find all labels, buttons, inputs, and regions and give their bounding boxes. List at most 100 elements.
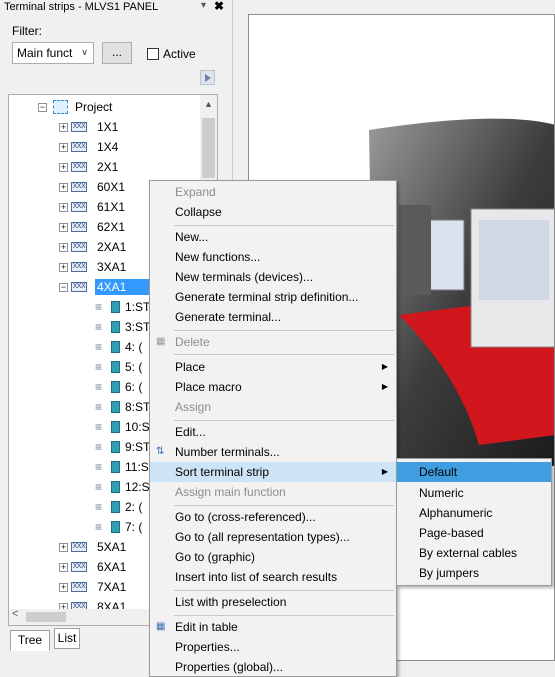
terminal-strip-icon: XXX [71, 142, 87, 152]
menu-item-edit[interactable]: Edit... [150, 422, 396, 442]
menu-item-assign[interactable]: Assign [150, 397, 396, 417]
cart-icon: ≡ [95, 340, 103, 354]
expand-icon[interactable]: + [59, 543, 68, 552]
panel-title: Terminal strips - MLVS1 PANEL [4, 1, 159, 13]
filter-browse-button[interactable]: ... [102, 42, 132, 64]
context-menu: Expand Collapse New... New functions... … [149, 180, 397, 677]
terminal-icon [111, 461, 120, 473]
terminal-icon [111, 401, 120, 413]
scroll-left-icon[interactable]: < [12, 608, 18, 620]
expand-icon[interactable]: + [59, 143, 68, 152]
tab-list[interactable]: List [54, 628, 80, 649]
menu-item-sort-terminal-strip[interactable]: Sort terminal strip ▶ [150, 462, 396, 482]
cart-icon: ≡ [95, 300, 103, 314]
tree-node-project[interactable]: − Project [9, 97, 199, 117]
menu-item-label: Go to (cross-referenced)... [175, 510, 316, 524]
delete-icon: ▦ [156, 336, 166, 347]
terminal-strip-icon: XXX [71, 122, 87, 132]
filter-label: Filter: [12, 24, 42, 38]
tree-node-strip[interactable]: + XXX 1X1 [9, 117, 199, 137]
menu-separator [174, 330, 394, 331]
expand-icon[interactable]: + [59, 583, 68, 592]
submenu-item-by-external-cables[interactable]: By external cables [397, 543, 551, 563]
menu-item-new-terminals[interactable]: New terminals (devices)... [150, 267, 396, 287]
menu-item-collapse[interactable]: Collapse [150, 202, 396, 222]
menu-item-insert-search-results[interactable]: Insert into list of search results [150, 567, 396, 587]
terminal-strip-icon: XXX [71, 582, 87, 592]
cart-icon: ≡ [95, 380, 103, 394]
tree-node-strip[interactable]: + XXX 2X1 [9, 157, 199, 177]
tree-node-label: 1:ST [125, 300, 151, 314]
menu-separator [174, 505, 394, 506]
menu-item-label: Expand [175, 185, 216, 199]
menu-item-generate-definition[interactable]: Generate terminal strip definition... [150, 287, 396, 307]
submenu-item-page-based[interactable]: Page-based [397, 523, 551, 543]
menu-item-new-functions[interactable]: New functions... [150, 247, 396, 267]
menu-item-place[interactable]: Place ▶ [150, 357, 396, 377]
menu-separator [174, 615, 394, 616]
menu-item-properties[interactable]: Properties... [150, 637, 396, 657]
tree-node-label: 9:ST [125, 440, 151, 454]
pin-icon[interactable]: ▾ [201, 0, 206, 11]
vertical-scroll-thumb[interactable] [202, 118, 215, 178]
menu-item-label: New terminals (devices)... [175, 270, 314, 284]
apply-filter-button[interactable] [200, 70, 215, 85]
menu-item-list-with-preselection[interactable]: List with preselection [150, 592, 396, 612]
terminal-strip-icon: XXX [71, 202, 87, 212]
tree-node-label: 1X4 [97, 140, 119, 154]
submenu-item-numeric[interactable]: Numeric [397, 483, 551, 503]
close-icon[interactable]: ✖ [214, 0, 224, 13]
menu-item-goto-graphic[interactable]: Go to (graphic) [150, 547, 396, 567]
collapse-icon[interactable]: − [38, 103, 47, 112]
menu-item-number-terminals[interactable]: ⇅ Number terminals... [150, 442, 396, 462]
menu-item-properties-global[interactable]: Properties (global)... [150, 657, 396, 677]
cart-icon: ≡ [95, 400, 103, 414]
filter-select[interactable]: Main funct ∨ [12, 42, 94, 64]
expand-icon[interactable]: + [59, 263, 68, 272]
cart-icon: ≡ [95, 360, 103, 374]
terminal-icon [111, 301, 120, 313]
device-image [399, 205, 431, 295]
menu-item-goto-cross-referenced[interactable]: Go to (cross-referenced)... [150, 507, 396, 527]
tree-node-strip[interactable]: + XXX 1X4 [9, 137, 199, 157]
terminal-icon [111, 381, 120, 393]
expand-icon[interactable]: + [59, 243, 68, 252]
expand-icon[interactable]: + [59, 223, 68, 232]
tree-node-label: 7XA1 [97, 580, 127, 594]
menu-item-label: Assign main function [175, 485, 286, 499]
menu-item-assign-main-function[interactable]: Assign main function [150, 482, 396, 502]
expand-icon[interactable]: + [59, 163, 68, 172]
active-checkbox[interactable] [147, 48, 159, 60]
menu-item-expand[interactable]: Expand [150, 182, 396, 202]
tree-node-label: 1X1 [97, 120, 119, 134]
menu-item-label: Assign [175, 400, 212, 414]
collapse-icon[interactable]: − [59, 283, 68, 292]
menu-item-label: Generate terminal... [175, 310, 282, 324]
menu-item-new[interactable]: New... [150, 227, 396, 247]
terminal-icon [111, 341, 120, 353]
submenu-arrow-icon: ▶ [381, 467, 388, 476]
menu-item-generate-terminal[interactable]: Generate terminal... [150, 307, 396, 327]
expand-icon[interactable]: + [59, 123, 68, 132]
expand-icon[interactable]: + [59, 183, 68, 192]
terminal-strip-icon: XXX [71, 542, 87, 552]
submenu-item-default[interactable]: Default [397, 462, 551, 482]
menu-item-place-macro[interactable]: Place macro ▶ [150, 377, 396, 397]
expand-icon[interactable]: + [59, 563, 68, 572]
menu-item-label: Delete [175, 335, 210, 349]
menu-item-label: Insert into list of search results [175, 570, 338, 584]
expand-icon[interactable]: + [59, 203, 68, 212]
menu-item-edit-in-table[interactable]: ▦ Edit in table [150, 617, 396, 637]
menu-item-label: Place macro [175, 380, 242, 394]
horizontal-scroll-thumb[interactable] [26, 612, 66, 622]
terminal-icon [111, 421, 120, 433]
tree-node-label: 3:ST [125, 320, 151, 334]
submenu-item-alphanumeric[interactable]: Alphanumeric [397, 503, 551, 523]
tree-node-label: 6XA1 [97, 560, 127, 574]
submenu-item-label: Default [419, 465, 458, 479]
menu-item-delete[interactable]: ▦ Delete [150, 332, 396, 352]
menu-item-goto-all-representations[interactable]: Go to (all representation types)... [150, 527, 396, 547]
submenu-item-by-jumpers[interactable]: By jumpers [397, 563, 551, 583]
scroll-up-icon[interactable]: ▲ [204, 99, 213, 109]
tab-tree[interactable]: Tree [10, 630, 50, 651]
